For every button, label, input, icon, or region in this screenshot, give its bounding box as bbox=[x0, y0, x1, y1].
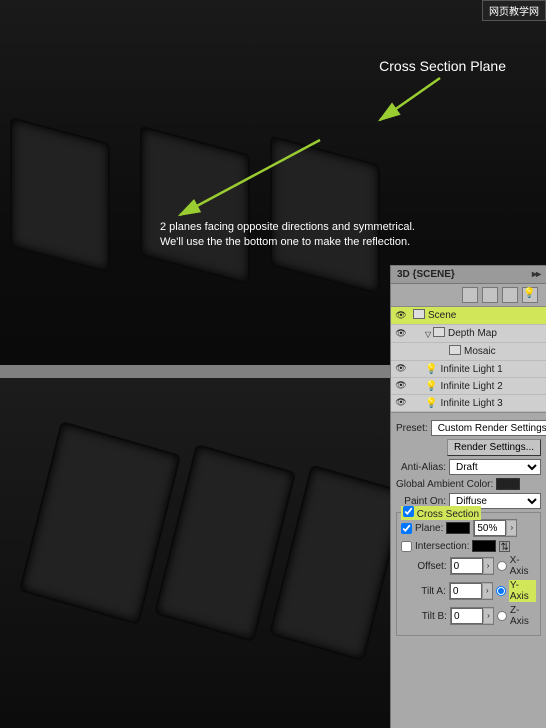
z-axis-label: Z-Axis bbox=[510, 605, 536, 627]
y-axis-label: Y-Axis bbox=[509, 580, 536, 602]
tree-label-mosaic: Mosaic bbox=[464, 346, 496, 357]
cross-section-checkbox[interactable] bbox=[403, 506, 414, 517]
filter-scene-icon[interactable] bbox=[462, 287, 478, 303]
cross-section-legend: Cross Section bbox=[401, 506, 481, 520]
tree-row-light1[interactable]: 👁 💡 Infinite Light 1 bbox=[391, 361, 546, 378]
expand-toggle[interactable]: ▽ bbox=[425, 330, 433, 339]
offset-stepper[interactable]: › bbox=[450, 557, 494, 575]
stepper-arrow-icon[interactable]: › bbox=[482, 584, 492, 598]
watermark-badge: 网页教学网 bbox=[482, 0, 546, 21]
preset-select[interactable]: Custom Render Settings bbox=[431, 420, 546, 436]
tilt-b-input[interactable] bbox=[451, 608, 483, 624]
tree-row-mosaic[interactable]: Mosaic bbox=[391, 343, 546, 361]
annotation-line2: We'll use the the bottom one to make the… bbox=[160, 236, 410, 248]
z-axis-radio[interactable] bbox=[497, 611, 507, 621]
preset-label: Preset: bbox=[396, 423, 428, 434]
visibility-toggle[interactable]: 👁 bbox=[394, 328, 408, 340]
material-icon bbox=[449, 345, 461, 355]
tilt-b-label: Tilt B: bbox=[401, 611, 447, 622]
tree-label-light1: Infinite Light 1 bbox=[440, 364, 502, 375]
panel-tab-3d-scene[interactable]: 3D {SCENE} ▸▸ bbox=[391, 266, 546, 284]
ambient-color-swatch[interactable] bbox=[496, 478, 520, 490]
filter-materials-icon[interactable] bbox=[502, 287, 518, 303]
panel-collapse-icon[interactable]: ▸▸ bbox=[532, 269, 540, 280]
tilt-a-input[interactable] bbox=[450, 583, 482, 599]
tree-label-light2: Infinite Light 2 bbox=[440, 381, 502, 392]
scene-tree: 👁 Scene 👁 ▽ Depth Map Mosaic 👁 💡 Infinit… bbox=[391, 307, 546, 413]
tilt-a-stepper[interactable]: › bbox=[449, 582, 493, 600]
plane-opacity-input[interactable] bbox=[474, 520, 506, 536]
annotation-title: Cross Section Plane bbox=[379, 58, 506, 74]
paint-on-label: Paint On: bbox=[396, 496, 446, 507]
render-letter-d bbox=[270, 135, 380, 294]
intersection-label: Intersection: bbox=[415, 541, 469, 552]
offset-input[interactable] bbox=[451, 558, 483, 574]
render-letter-p bbox=[10, 117, 110, 274]
plane-opacity-stepper[interactable]: › bbox=[473, 519, 517, 537]
plane-label: Plane: bbox=[415, 523, 443, 534]
stepper-arrow-icon[interactable]: › bbox=[506, 521, 516, 535]
visibility-toggle[interactable]: 👁 bbox=[394, 363, 408, 375]
visibility-toggle[interactable]: 👁 bbox=[394, 397, 408, 409]
offset-label: Offset: bbox=[401, 561, 447, 572]
cross-section-group: Cross Section Plane: › Intersection: ⇅ O… bbox=[396, 512, 541, 636]
stepper-arrow-icon[interactable]: › bbox=[483, 559, 493, 573]
mesh-icon bbox=[433, 327, 445, 337]
render-settings-section: Preset: Custom Render Settings Render Se… bbox=[391, 413, 546, 643]
antialias-select[interactable]: Draft bbox=[449, 459, 541, 475]
visibility-toggle[interactable]: 👁 bbox=[394, 380, 408, 392]
intersection-color-swatch[interactable] bbox=[472, 540, 496, 552]
tilt-a-label: Tilt A: bbox=[401, 586, 446, 597]
tree-label-scene: Scene bbox=[428, 310, 456, 321]
scene-icon bbox=[413, 309, 425, 319]
render-letter-p-2 bbox=[19, 421, 181, 625]
visibility-toggle[interactable] bbox=[394, 346, 408, 358]
plane-color-swatch[interactable] bbox=[446, 522, 470, 534]
cross-section-legend-label: Cross Section bbox=[417, 509, 479, 520]
tree-label-light3: Infinite Light 3 bbox=[440, 398, 502, 409]
visibility-toggle[interactable]: 👁 bbox=[394, 310, 408, 322]
tree-row-light3[interactable]: 👁 💡 Infinite Light 3 bbox=[391, 395, 546, 412]
x-axis-radio[interactable] bbox=[497, 561, 507, 571]
stepper-arrow-icon[interactable]: › bbox=[483, 609, 493, 623]
tilt-b-stepper[interactable]: › bbox=[450, 607, 494, 625]
x-axis-label: X-Axis bbox=[510, 555, 536, 577]
flip-icon[interactable]: ⇅ bbox=[499, 541, 510, 552]
annotation-body: 2 planes facing opposite directions and … bbox=[160, 220, 415, 251]
y-axis-radio[interactable] bbox=[496, 586, 506, 596]
3d-panel: 3D {SCENE} ▸▸ 💡 👁 Scene 👁 ▽ Depth Map Mo… bbox=[390, 265, 546, 728]
tree-row-light2[interactable]: 👁 💡 Infinite Light 2 bbox=[391, 378, 546, 395]
intersection-checkbox[interactable] bbox=[401, 541, 412, 552]
filter-meshes-icon[interactable] bbox=[482, 287, 498, 303]
annotation-line1: 2 planes facing opposite directions and … bbox=[160, 221, 415, 233]
tree-row-scene[interactable]: 👁 Scene bbox=[391, 307, 546, 325]
tree-row-depthmap[interactable]: 👁 ▽ Depth Map bbox=[391, 325, 546, 343]
panel-filter-toolbar: 💡 bbox=[391, 284, 546, 307]
antialias-label: Anti-Alias: bbox=[396, 462, 446, 473]
plane-checkbox[interactable] bbox=[401, 523, 412, 534]
render-settings-button[interactable]: Render Settings... bbox=[447, 439, 541, 456]
ambient-color-label: Global Ambient Color: bbox=[396, 479, 493, 490]
filter-lights-icon[interactable]: 💡 bbox=[522, 287, 538, 303]
tree-label-depthmap: Depth Map bbox=[448, 328, 497, 339]
panel-tab-label: 3D {SCENE} bbox=[397, 269, 455, 280]
render-letter-s bbox=[140, 125, 250, 284]
